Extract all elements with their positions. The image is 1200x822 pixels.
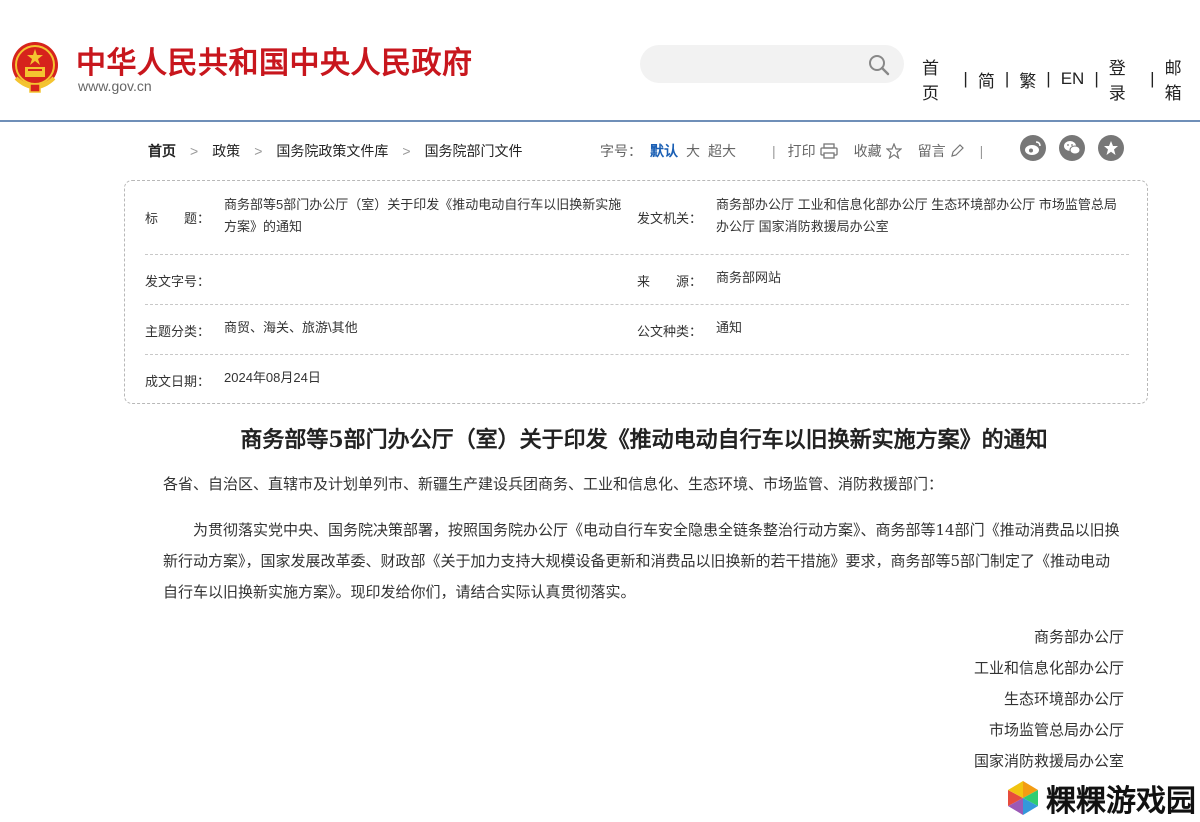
nav-separator: | <box>1094 69 1099 88</box>
document-meta-box: 标 题： 商务部等5部门办公厅（室）关于印发《推动电动自行车以旧换新实施方案》的… <box>124 180 1148 404</box>
nav-english[interactable]: EN <box>1057 69 1089 89</box>
weibo-share-button[interactable] <box>1020 135 1046 161</box>
nav-mail[interactable]: 邮箱 <box>1161 54 1200 104</box>
chevron-right-icon: > <box>254 143 263 159</box>
chevron-right-icon: > <box>402 143 411 159</box>
comment-label: 留言 <box>917 143 946 159</box>
article-paragraph: 为贯彻落实党中央、国务院决策部署，按照国务院办公厅《电动自行车安全隐患全链条整治… <box>163 521 1120 601</box>
signer-item: 工业和信息化部办公厅 <box>973 659 1124 677</box>
meta-topic-value: 商贸、海关、旅游\其他 <box>224 320 358 335</box>
meta-issuer-label: 发文机关： <box>637 211 703 226</box>
meta-docno-label: 发文字号： <box>145 274 211 289</box>
comment-button[interactable]: 留言 <box>918 141 964 161</box>
meta-doctype-label: 公文种类： <box>637 324 703 339</box>
meta-topic-label: 主题分类： <box>145 324 211 339</box>
article-title: 商务部等5部门办公厅（室）关于印发《推动电动自行车以旧换新实施方案》的通知 <box>240 427 1048 453</box>
meta-title-label: 标 题： <box>145 211 211 226</box>
search-icon[interactable] <box>868 54 890 76</box>
font-size-label: 字号： <box>600 143 642 159</box>
watermark-text: 粿粿游戏园 <box>1046 784 1196 819</box>
watermark-logo-icon <box>1008 781 1038 815</box>
share-bar <box>1020 135 1137 161</box>
star-icon <box>1104 141 1118 155</box>
meta-title-value: 商务部等5部门办公厅（室）关于印发《推动电动自行车以旧换新实施方案》的通知 <box>224 197 622 234</box>
pencil-icon <box>950 144 964 157</box>
meta-row-title: 标 题： 商务部等5部门办公厅（室）关于印发《推动电动自行车以旧换新实施方案》的… <box>145 181 1129 255</box>
nav-separator: | <box>1046 69 1051 88</box>
print-button[interactable]: 打印 <box>788 141 838 161</box>
meta-row-date: 成文日期： 2024年08月24日 <box>145 355 1129 403</box>
nav-traditional[interactable]: 繁 <box>1015 67 1040 92</box>
signer-item: 商务部办公厅 <box>1033 628 1124 646</box>
meta-row-topic: 主题分类： 商贸、海关、旅游\其他 公文种类： 通知 <box>145 305 1129 355</box>
signer-item: 生态环境部办公厅 <box>1003 690 1124 708</box>
qzone-share-button[interactable] <box>1098 135 1124 161</box>
meta-source-value: 商务部网站 <box>716 270 782 285</box>
star-icon <box>885 143 902 159</box>
signer-item: 国家消防救援局办公室 <box>973 752 1124 770</box>
breadcrumb-home[interactable]: 首页 <box>148 141 176 161</box>
nav-home[interactable]: 首页 <box>918 54 957 104</box>
nav-separator: | <box>1004 69 1010 88</box>
meta-date-label: 成文日期： <box>145 374 211 389</box>
favorite-button[interactable]: 收藏 <box>854 141 902 161</box>
breadcrumb-policy-library[interactable]: 国务院政策文件库 <box>276 141 388 161</box>
meta-source-label: 来 源： <box>637 274 703 289</box>
nav-simplified[interactable]: 简 <box>974 67 999 92</box>
tools-separator: | <box>772 143 776 159</box>
breadcrumb-department-docs[interactable]: 国务院部门文件 <box>425 141 523 161</box>
watermark: 粿粿游戏园 <box>1004 776 1196 820</box>
meta-row-docno: 发文字号： 来 源： 商务部网站 <box>145 255 1129 305</box>
site-title[interactable]: 中华人民共和国中央人民政府 <box>76 38 473 82</box>
breadcrumb-policy[interactable]: 政策 <box>212 141 240 161</box>
font-size-default[interactable]: 默认 <box>650 141 678 161</box>
national-emblem-icon[interactable] <box>10 40 60 94</box>
site-header: 中华人民共和国中央人民政府 www.gov.cn 首页 | 简 | 繁 | EN… <box>0 0 1200 122</box>
signer-item: 市场监管总局办公厅 <box>988 721 1124 739</box>
article-addressee: 各省、自治区、直辖市及计划单列市、新疆生产建设兵团商务、工业和信息化、生态环境、… <box>163 475 944 493</box>
chevron-right-icon: > <box>190 143 199 159</box>
breadcrumb-toolbar: 首页 > 政策 > 国务院政策文件库 > 国务院部门文件 字号： 默认 大 超大… <box>148 135 1128 161</box>
meta-issuer-value: 商务部办公厅 工业和信息化部办公厅 生态环境部办公厅 市场监管总局办公厅 国家消… <box>716 197 1117 234</box>
breadcrumb: 首页 > 政策 > 国务院政策文件库 > 国务院部门文件 <box>148 141 523 161</box>
font-size-control: 字号： 默认 大 超大 <box>600 141 744 161</box>
font-size-large[interactable]: 大 <box>686 141 700 161</box>
page-tools: | 打印 收藏 留言 | <box>760 141 995 161</box>
tools-separator: | <box>979 143 984 159</box>
top-nav: 首页 | 简 | 繁 | EN | 登录 | 邮箱 <box>918 54 1200 104</box>
search-input[interactable] <box>640 45 904 83</box>
font-size-xlarge[interactable]: 超大 <box>708 141 736 161</box>
wechat-share-button[interactable] <box>1059 135 1085 161</box>
print-label: 打印 <box>787 143 816 159</box>
site-url: www.gov.cn <box>78 78 152 94</box>
nav-login[interactable]: 登录 <box>1105 54 1144 104</box>
wechat-icon <box>1064 141 1081 155</box>
favorite-label: 收藏 <box>853 143 882 159</box>
signer-list: 商务部办公厅 工业和信息化部办公厅 生态环境部办公厅 市场监管总局办公厅 国家消… <box>974 622 1124 777</box>
meta-date-value: 2024年08月24日 <box>224 370 321 385</box>
nav-separator: | <box>963 69 968 88</box>
printer-icon <box>819 143 838 159</box>
nav-separator: | <box>1150 69 1155 88</box>
weibo-icon <box>1025 141 1041 155</box>
meta-doctype-value: 通知 <box>716 320 743 335</box>
